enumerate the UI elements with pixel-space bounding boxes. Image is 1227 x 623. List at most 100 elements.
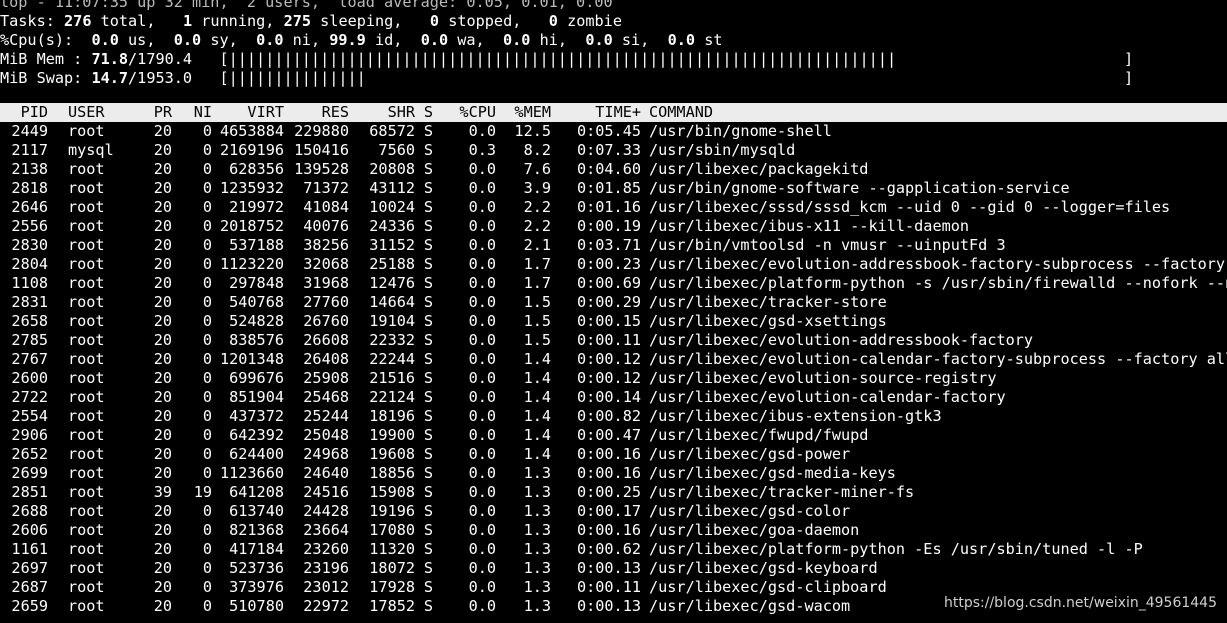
process-cpu: 0.0 [468,483,496,501]
column-header-cpu[interactable]: %CPU [433,103,496,122]
process-state: S [423,502,433,520]
table-row[interactable]: 2606 root 20 0 821368 23664 17080 S 0.0 1.3 0:00.1… [0,521,1227,540]
column-header-time[interactable]: TIME+ [551,103,641,122]
process-nice: 0 [202,445,212,463]
process-shr: 22332 [369,331,415,349]
column-header-ni[interactable]: NI [172,103,212,122]
tasks-zombie: 0 [548,12,558,30]
uptime-line: top - 11:07:35 up 32 min, 2 users, load … [0,0,613,11]
table-row[interactable]: 2652 root 20 0 624400 24968 19608 S 0.0 1.4 0:00.1… [0,445,1227,464]
process-virt: 1123220 [219,255,284,273]
table-row[interactable]: 2699 root 20 0 1123660 24640 18856 S 0.0 1.3 0:00.… [0,464,1227,483]
process-table-header[interactable]: PID USER PR NI VIRT RES SHR S %CPU %MEM TIME+ COMMA… [0,103,1227,122]
process-priority: 39 [153,483,172,501]
process-pid: 2785 [11,331,48,349]
column-header-shr[interactable]: SHR [349,103,415,122]
process-priority: 20 [153,578,172,596]
table-row[interactable]: 2117 mysql 20 0 2169196 150416 7560 S 0.3 8.2 0:07… [0,141,1227,160]
column-header-state[interactable]: S [415,103,433,122]
process-command: /usr/bin/vmtoolsd -n vmusr --uinputFd 3 [649,236,1006,254]
process-res: 23664 [303,521,349,539]
process-priority: 20 [153,540,172,558]
table-row[interactable]: 2722 root 20 0 851904 25468 22124 S 0.0 1.4 0:00.1… [0,388,1227,407]
process-shr: 18196 [369,407,415,425]
table-row[interactable]: 2646 root 20 0 219972 41084 10024 S 0.0 2.2 0:01.1… [0,198,1227,217]
process-mem: 1.4 [523,407,551,425]
process-mem: 2.2 [523,217,551,235]
process-user: root [68,312,105,330]
table-row[interactable]: 2658 root 20 0 524828 26760 19104 S 0.0 1.5 0:00.1… [0,312,1227,331]
process-shr: 19196 [369,502,415,520]
process-pid: 2804 [11,255,48,273]
process-command: /usr/libexec/fwupd/fwupd [649,426,869,444]
process-user: root [68,293,105,311]
column-header-mem[interactable]: %MEM [496,103,551,122]
process-state: S [423,388,433,406]
process-command: /usr/libexec/gsd-power [649,445,851,463]
table-row[interactable]: 2906 root 20 0 642392 25048 19900 S 0.0 1.4 0:00.4… [0,426,1227,445]
table-row[interactable]: 2688 root 20 0 613740 24428 19196 S 0.0 1.3 0:00.1… [0,502,1227,521]
process-time: 0:01.16 [576,198,641,216]
table-row[interactable]: 2556 root 20 0 2018752 40076 24336 S 0.0 2.2 0:00.… [0,217,1227,236]
table-row[interactable]: 2554 root 20 0 437372 25244 18196 S 0.0 1.4 0:00.8… [0,407,1227,426]
table-row[interactable]: 1108 root 20 0 297848 31968 12476 S 0.0 1.7 0:00.6… [0,274,1227,293]
process-state: S [423,521,433,539]
column-header-res[interactable]: RES [284,103,349,122]
process-time: 0:00.14 [576,388,641,406]
process-state: S [423,274,433,292]
process-command: /usr/libexec/ibus-x11 --kill-daemon [649,217,970,235]
process-pid: 2606 [11,521,48,539]
process-cpu: 0.0 [468,578,496,596]
process-virt: 613740 [229,502,284,520]
process-mem: 1.4 [523,369,551,387]
column-header-virt[interactable]: VIRT [212,103,284,122]
table-row[interactable]: 2785 root 20 0 838576 26608 22332 S 0.0 1.5 0:00.1… [0,331,1227,350]
process-time: 0:00.62 [576,540,641,558]
process-mem: 1.3 [523,578,551,596]
table-row[interactable]: 2851 root 39 19 641208 24516 15908 S 0.0 1.3 0:00.… [0,483,1227,502]
process-user: root [68,369,105,387]
process-command: /usr/libexec/gsd-xsettings [649,312,887,330]
process-nice: 0 [202,540,212,558]
column-header-command[interactable]: COMMAND [641,103,713,122]
process-virt: 510780 [229,597,284,615]
process-virt: 1201348 [219,350,284,368]
table-row[interactable]: 2804 root 20 0 1123220 32068 25188 S 0.0 1.7 0:00.… [0,255,1227,274]
table-row[interactable]: 2449 root 20 0 4653884 229880 68572 S 0.0 12.5 0:0… [0,122,1227,141]
process-res: 25048 [303,426,349,444]
cpu-st: 0.0 [667,31,696,49]
process-virt: 540768 [229,293,284,311]
process-command: /usr/libexec/platform-python -Es /usr/sb… [649,540,1143,558]
process-time: 0:00.23 [576,255,641,273]
column-header-pr[interactable]: PR [128,103,172,122]
table-row[interactable]: 2600 root 20 0 699676 25908 21516 S 0.0 1.4 0:00.1… [0,369,1227,388]
column-header-pid[interactable]: PID [0,103,48,122]
table-row[interactable]: 2830 root 20 0 537188 38256 31152 S 0.0 2.1 0:03.7… [0,236,1227,255]
process-res: 71372 [303,179,349,197]
process-time: 0:00.82 [576,407,641,425]
column-header-user[interactable]: USER [48,103,128,122]
process-priority: 20 [153,293,172,311]
process-user: root [68,407,105,425]
process-virt: 297848 [229,274,284,292]
process-time: 0:00.69 [576,274,641,292]
process-cpu: 0.0 [468,445,496,463]
process-state: S [423,179,433,197]
process-shr: 14664 [369,293,415,311]
table-row[interactable]: 2767 root 20 0 1201348 26408 22244 S 0.0 1.4 0:00.… [0,350,1227,369]
process-cpu: 0.0 [468,331,496,349]
process-res: 24640 [303,464,349,482]
process-cpu: 0.0 [468,198,496,216]
process-state: S [423,369,433,387]
table-row[interactable]: 2138 root 20 0 628356 139528 20808 S 0.0 7.6 0:04.… [0,160,1227,179]
tasks-stopped: 0 [429,12,440,30]
process-virt: 1235932 [219,179,284,197]
table-row[interactable]: 2818 root 20 0 1235932 71372 43112 S 0.0 3.9 0:01.… [0,179,1227,198]
process-time: 0:00.15 [576,312,641,330]
process-time: 0:00.47 [576,426,641,444]
process-pid: 2906 [11,426,48,444]
table-row[interactable]: 2697 root 20 0 523736 23196 18072 S 0.0 1.3 0:00.1… [0,559,1227,578]
process-mem: 2.1 [523,236,551,254]
table-row[interactable]: 1161 root 20 0 417184 23260 11320 S 0.0 1.3 0:00.6… [0,540,1227,559]
table-row[interactable]: 2831 root 20 0 540768 27760 14664 S 0.0 1.5 0:00.2… [0,293,1227,312]
